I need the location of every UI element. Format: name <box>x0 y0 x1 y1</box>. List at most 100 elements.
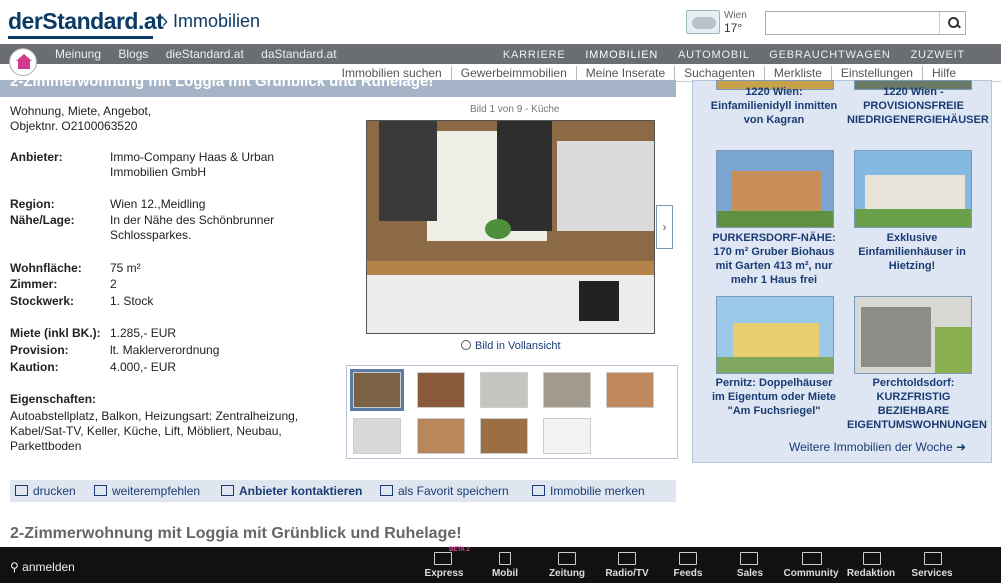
listing-objekt: Objektnr. O2100063520 <box>10 119 138 133</box>
featured-image-5[interactable] <box>716 296 834 374</box>
eigenschaften-label: Eigenschaften: <box>10 392 97 406</box>
fullview-label: Bild in Vollansicht <box>475 340 561 352</box>
favorite-action[interactable]: als Favorit speichern <box>380 484 509 498</box>
featured-image-3[interactable] <box>716 150 834 228</box>
bottom-mobil[interactable]: Mobil <box>475 568 535 579</box>
search-input[interactable] <box>766 12 940 34</box>
mail-icon <box>94 485 107 496</box>
subnav-gewerbe[interactable]: Gewerbeimmobilien <box>450 66 576 80</box>
community-icon <box>802 552 822 565</box>
kaution-value: 4.000,- EUR <box>110 360 177 374</box>
thumbnail[interactable] <box>350 369 404 411</box>
provision-label: Provision: <box>10 343 69 357</box>
subnav-inserate[interactable]: Meine Inserate <box>575 66 675 80</box>
search-box <box>765 11 966 35</box>
express-icon <box>434 552 452 565</box>
bottom-express[interactable]: Express <box>414 568 474 579</box>
thumbnail[interactable] <box>417 372 465 408</box>
favorite-label: als Favorit speichern <box>398 484 509 498</box>
search-icon[interactable] <box>939 12 965 34</box>
listing-type: Wohnung, Miete, Angebot, <box>10 104 152 118</box>
recommend-action[interactable]: weiterempfehlen <box>94 484 200 498</box>
zimmer-label: Zimmer: <box>10 277 58 291</box>
miete-label: Miete (inkl BK.): <box>10 326 101 340</box>
nav-zuzweit[interactable]: ZUZWEIT <box>911 49 965 61</box>
weather-city[interactable]: Wien <box>724 10 747 21</box>
login-link[interactable]: ⚲ anmelden <box>10 560 75 574</box>
thumbnail-strip <box>346 365 678 459</box>
listing-title-bar: 2-Zimmerwohnung mit Loggia mit Grünblick… <box>0 80 676 97</box>
featured-caption-1[interactable]: 1220 Wien: Einfamilienidyll inmitten von… <box>709 85 839 127</box>
featured-caption-6[interactable]: Perchtoldsdorf: KURZFRISTIG BEZIEHBARE E… <box>847 376 987 432</box>
nav-dastandard[interactable]: daStandard.at <box>261 47 336 61</box>
subnav-suchagenten[interactable]: Suchagenten <box>674 66 764 80</box>
nav-karriere[interactable]: KARRIERE <box>503 49 566 61</box>
contact-action[interactable]: Anbieter kontaktieren <box>221 484 362 498</box>
nav-automobil[interactable]: AUTOMOBIL <box>678 49 749 61</box>
contact-label: Anbieter kontaktieren <box>239 484 363 498</box>
next-image-arrow[interactable]: › <box>656 205 673 249</box>
remember-label: Immobilie merken <box>550 484 645 498</box>
thumbnail[interactable] <box>606 372 654 408</box>
featured-caption-5[interactable]: Pernitz: Doppelhäuser im Eigentum oder M… <box>709 376 839 418</box>
bottom-services[interactable]: Services <box>902 568 962 579</box>
listing-heading: 2-Zimmerwohnung mit Loggia mit Grünblick… <box>10 525 462 542</box>
featured-image-6[interactable] <box>854 296 972 374</box>
logo-underline <box>8 36 153 39</box>
add-icon <box>532 485 545 496</box>
main-listing-image[interactable] <box>366 120 655 334</box>
nav-gebrauchtwagen[interactable]: GEBRAUCHTWAGEN <box>769 49 890 61</box>
fullview-link[interactable]: Bild in Vollansicht <box>461 340 561 352</box>
region-label: Region: <box>10 197 55 211</box>
subnav-merkliste[interactable]: Merkliste <box>763 66 831 80</box>
eigenschaften-value: Autoabstellplatz, Balkon, Heizungsart: Z… <box>10 409 299 453</box>
listing-title: 2-Zimmerwohnung mit Loggia mit Grünblick… <box>10 80 434 90</box>
miete-value: 1.285,- EUR <box>110 326 177 340</box>
nav-immobilien[interactable]: IMMOBILIEN <box>585 49 658 61</box>
subnav-suchen[interactable]: Immobilien suchen <box>333 66 451 80</box>
services-icon <box>924 552 942 565</box>
login-label: anmelden <box>22 560 75 574</box>
thumbnail[interactable] <box>480 418 528 454</box>
favorite-icon <box>380 485 393 496</box>
print-label: drucken <box>33 484 76 498</box>
bottom-community[interactable]: Community <box>781 568 841 579</box>
nav-meinung[interactable]: Meinung <box>55 47 101 61</box>
bottom-zeitung[interactable]: Zeitung <box>537 568 597 579</box>
weather-temp[interactable]: 17° <box>724 21 742 35</box>
home-icon[interactable] <box>9 48 37 76</box>
bottom-sales[interactable]: Sales <box>720 568 780 579</box>
anbieter-value: Immo-Company Haas & Urban Immobilien Gmb… <box>110 150 275 179</box>
nav-right: KARRIERE IMMOBILIEN AUTOMOBIL GEBRAUCHTW… <box>487 49 965 61</box>
featured-caption-3[interactable]: PURKERSDORF-NÄHE: 170 m² Gruber Biohaus … <box>709 231 839 287</box>
featured-caption-2[interactable]: 1220 Wien - PROVISIONSFREIE NIEDRIGENERG… <box>847 85 989 127</box>
image-counter: Bild 1 von 9 - Küche <box>470 104 560 115</box>
floorplan-thumbnail[interactable] <box>543 418 591 454</box>
mobile-icon <box>499 552 511 565</box>
remember-action[interactable]: Immobilie merken <box>532 484 645 498</box>
thumbnail[interactable] <box>417 418 465 454</box>
bottom-redaktion[interactable]: Redaktion <box>841 568 901 579</box>
section-title[interactable]: › Immobilien <box>162 11 260 32</box>
print-action[interactable]: drucken <box>15 484 76 498</box>
nav-blogs[interactable]: Blogs <box>118 47 148 61</box>
thumbnail[interactable] <box>543 372 591 408</box>
featured-caption-4[interactable]: Exklusive Einfamilienhäuser in Hietzing! <box>847 231 977 273</box>
subnav-hilfe[interactable]: Hilfe <box>921 66 965 80</box>
more-featured-link[interactable]: Weitere Immobilien der Woche ➜ <box>789 440 966 454</box>
site-logo[interactable]: derStandard.at <box>8 8 164 35</box>
speech-icon <box>221 485 234 496</box>
bottom-radiotv[interactable]: Radio/TV <box>597 568 657 579</box>
thumbnail[interactable] <box>353 418 401 454</box>
key-icon: ⚲ <box>10 560 19 574</box>
featured-image-4[interactable] <box>854 150 972 228</box>
magnifier-icon <box>461 340 471 350</box>
weather-cloud-icon[interactable] <box>686 10 720 34</box>
print-icon <box>15 485 28 496</box>
subnav-einstellungen[interactable]: Einstellungen <box>830 66 922 80</box>
thumbnail[interactable] <box>480 372 528 408</box>
nav-diestandard[interactable]: dieStandard.at <box>166 47 244 61</box>
bottom-feeds[interactable]: Feeds <box>658 568 718 579</box>
sales-icon <box>740 552 758 565</box>
lage-value: In der Nähe des Schönbrunner Schlosspark… <box>110 213 275 242</box>
